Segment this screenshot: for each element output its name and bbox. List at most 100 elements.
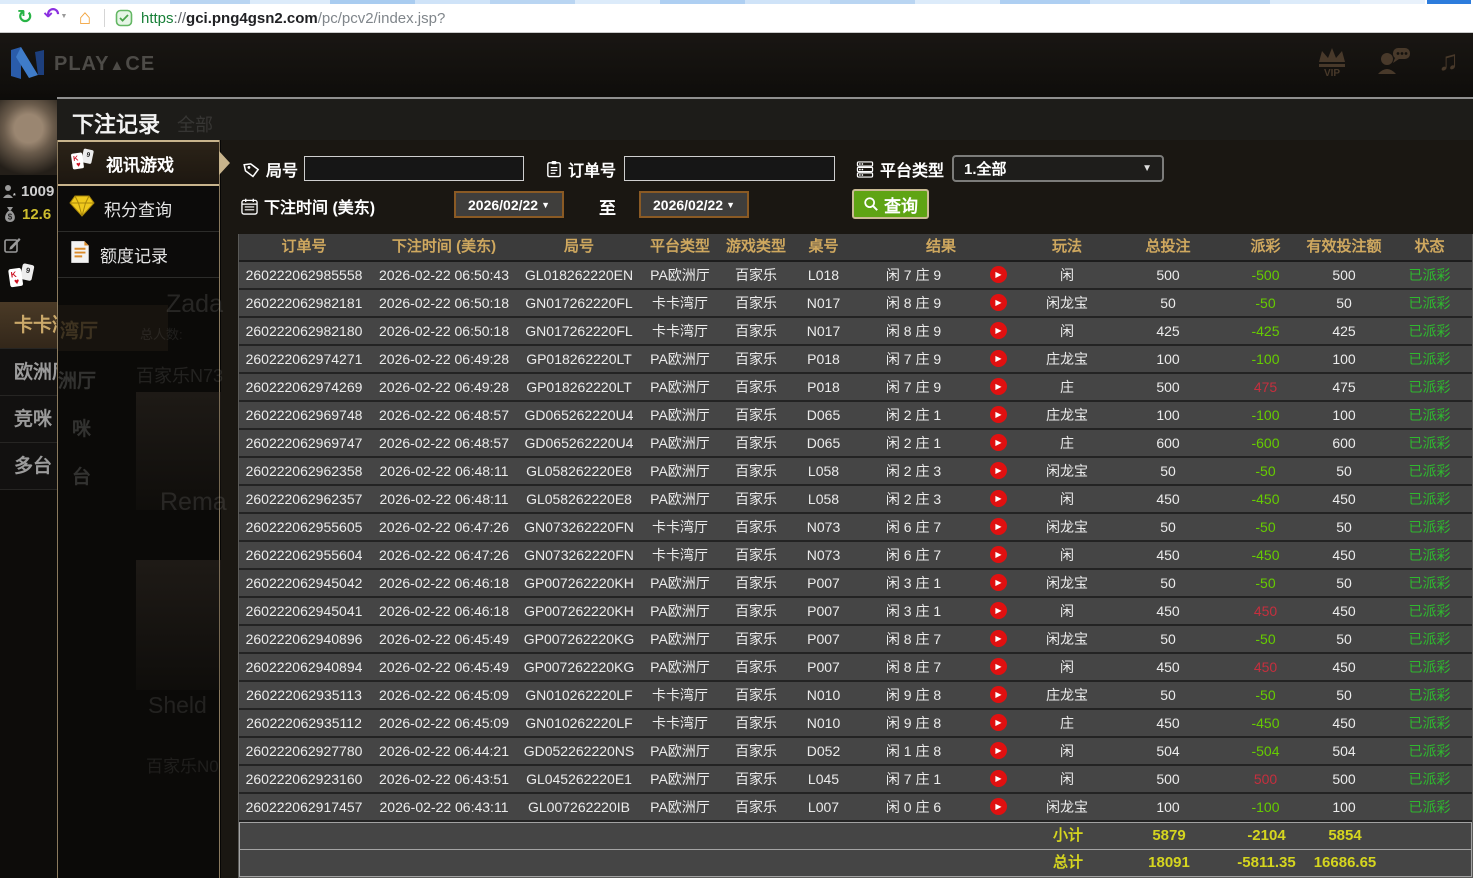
replay-button[interactable]: ▶ bbox=[990, 462, 1007, 479]
panel-content: 局号 订单号 平台类型 1.全部 ▼ 下注时间 (美东) 2026/02/22 … bbox=[221, 140, 1473, 878]
replay-button[interactable]: ▶ bbox=[990, 574, 1007, 591]
column-header: 玩法 bbox=[1051, 238, 1082, 255]
table-cell: 已派彩 bbox=[1408, 351, 1451, 367]
table-cell: N017 bbox=[806, 323, 841, 339]
table-cell: GP007262220KG bbox=[523, 659, 635, 675]
menu-item-label: 积分查询 bbox=[104, 201, 172, 220]
table-row: 260222062945041 2026-02-22 06:46:18 GP0072… bbox=[239, 598, 1472, 626]
column-header: 游戏类型 bbox=[725, 238, 786, 255]
order-no-input[interactable] bbox=[624, 156, 835, 181]
table-cell: 504 bbox=[1156, 743, 1180, 759]
home-icon[interactable]: ⌂ bbox=[70, 4, 100, 32]
column-header: 有效投注额 bbox=[1306, 238, 1382, 255]
replay-button[interactable]: ▶ bbox=[990, 322, 1007, 339]
back-caret-icon[interactable]: ▼ bbox=[60, 13, 67, 20]
replay-button[interactable]: ▶ bbox=[990, 686, 1007, 703]
menu-item-label: 视讯游戏 bbox=[106, 155, 174, 175]
table-cell: 260222062945041 bbox=[245, 603, 363, 619]
replay-cell: ▶ bbox=[971, 514, 1026, 540]
table-cell: 260222062974269 bbox=[245, 379, 363, 395]
table-cell: 闲 bbox=[1060, 771, 1074, 787]
table-cell: PA欧洲厅 bbox=[650, 491, 710, 507]
search-button[interactable]: 查询 bbox=[852, 189, 929, 219]
menu-item-额度记录[interactable]: 额度记录 bbox=[58, 232, 219, 278]
table-cell: 已派彩 bbox=[1408, 407, 1451, 423]
table-cell: 闲 3 庄 1 bbox=[885, 603, 942, 619]
back-icon[interactable]: ↶▼ bbox=[40, 2, 70, 34]
replay-button[interactable]: ▶ bbox=[990, 714, 1007, 731]
replay-button[interactable]: ▶ bbox=[990, 630, 1007, 647]
replay-button[interactable]: ▶ bbox=[990, 378, 1007, 395]
replay-button[interactable]: ▶ bbox=[990, 602, 1007, 619]
table-cell: 闲 7 庄 9 bbox=[885, 267, 942, 283]
online-count: * 1009 bbox=[2, 183, 59, 200]
table-cell: 百家乐 bbox=[735, 407, 777, 423]
replay-button[interactable]: ▶ bbox=[990, 658, 1007, 675]
round-no-label: 局号 bbox=[243, 157, 298, 181]
replay-button[interactable]: ▶ bbox=[990, 266, 1007, 283]
table-cell: 2026-02-22 06:47:26 bbox=[379, 547, 509, 563]
table-cell: -100 bbox=[1251, 799, 1280, 815]
table-cell: 260222062982181 bbox=[245, 295, 363, 311]
ghost-text: Zada bbox=[166, 290, 223, 318]
table-cell: PA欧洲厅 bbox=[650, 799, 710, 815]
table-cell: 已派彩 bbox=[1408, 491, 1451, 507]
table-cell: N010 bbox=[806, 687, 841, 703]
replay-button[interactable]: ▶ bbox=[990, 742, 1007, 759]
music-icon[interactable]: ♫ bbox=[1438, 45, 1459, 77]
table-cell: -100 bbox=[1251, 351, 1280, 367]
table-row: 260222062935113 2026-02-22 06:45:09 GN0102… bbox=[239, 682, 1472, 710]
table-cell: 2026-02-22 06:47:26 bbox=[379, 519, 509, 535]
round-no-input[interactable] bbox=[304, 156, 524, 181]
url-bar[interactable]: https://gci.png4gsn2.com/pc/pcv2/index.j… bbox=[115, 9, 445, 27]
date-to-select[interactable]: 2026/02/22 ▼ bbox=[639, 191, 749, 218]
table-cell: 2026-02-22 06:46:18 bbox=[379, 575, 509, 591]
table-cell: 百家乐 bbox=[735, 463, 777, 479]
empty-cell bbox=[1386, 850, 1473, 876]
menu-item-积分查询[interactable]: 积分查询 bbox=[58, 186, 219, 232]
table-cell: 500 bbox=[1156, 267, 1180, 283]
table-cell: N073 bbox=[806, 547, 841, 563]
customer-service-icon[interactable] bbox=[1376, 46, 1412, 76]
table-cell: 闲龙宝 bbox=[1046, 463, 1088, 479]
table-cell: 450 bbox=[1156, 659, 1180, 675]
table-cell: 卡卡湾厅 bbox=[652, 687, 708, 703]
replay-button[interactable]: ▶ bbox=[990, 490, 1007, 507]
money-bag-icon: $ bbox=[5, 207, 15, 222]
table-cell: 475 bbox=[1332, 379, 1356, 395]
table-cell: 百家乐 bbox=[735, 351, 777, 367]
replay-button[interactable]: ▶ bbox=[990, 518, 1007, 535]
menu-item-视讯游戏[interactable]: 9 K ♥ 视讯游戏 bbox=[58, 140, 230, 186]
column-header: 订单号 bbox=[281, 238, 327, 255]
table-cell: 已派彩 bbox=[1408, 771, 1451, 787]
replay-button[interactable]: ▶ bbox=[990, 406, 1007, 423]
table-cell: 已派彩 bbox=[1408, 743, 1451, 759]
replay-button[interactable]: ▶ bbox=[990, 294, 1007, 311]
reload-icon[interactable]: ↻ bbox=[10, 4, 40, 32]
replay-button[interactable]: ▶ bbox=[990, 434, 1007, 451]
replay-button[interactable]: ▶ bbox=[990, 798, 1007, 815]
table-cell: P007 bbox=[807, 631, 840, 647]
cards-icon: 9K♥ bbox=[69, 148, 97, 178]
table-cell: GN017262220FL bbox=[525, 295, 633, 311]
replay-cell: ▶ bbox=[971, 682, 1026, 708]
replay-cell: ▶ bbox=[971, 374, 1026, 400]
column-header: 派彩 bbox=[1250, 238, 1281, 255]
date-from-select[interactable]: 2026/02/22 ▼ bbox=[454, 191, 564, 218]
order-no-label: 订单号 bbox=[546, 157, 616, 181]
table-cell: 500 bbox=[1332, 267, 1356, 283]
date-to-value: 2026/02/22 bbox=[653, 196, 724, 213]
platform-type-select[interactable]: 1.全部 ▼ bbox=[952, 155, 1164, 182]
table-cell: 260222062969747 bbox=[245, 435, 363, 451]
playace-logo[interactable]: PLAY▲CE bbox=[8, 45, 155, 83]
replay-cell: ▶ bbox=[971, 430, 1026, 456]
table-cell: 50 bbox=[1336, 631, 1352, 647]
vip-icon[interactable]: VIP bbox=[1314, 45, 1350, 77]
replay-button[interactable]: ▶ bbox=[990, 546, 1007, 563]
replay-button[interactable]: ▶ bbox=[990, 770, 1007, 787]
replay-button[interactable]: ▶ bbox=[990, 350, 1007, 367]
table-cell: 2026-02-22 06:48:11 bbox=[379, 463, 509, 479]
menu-item-label: 额度记录 bbox=[100, 247, 168, 266]
table-cell: 卡卡湾厅 bbox=[652, 519, 708, 535]
table-cell: D065 bbox=[806, 407, 841, 423]
